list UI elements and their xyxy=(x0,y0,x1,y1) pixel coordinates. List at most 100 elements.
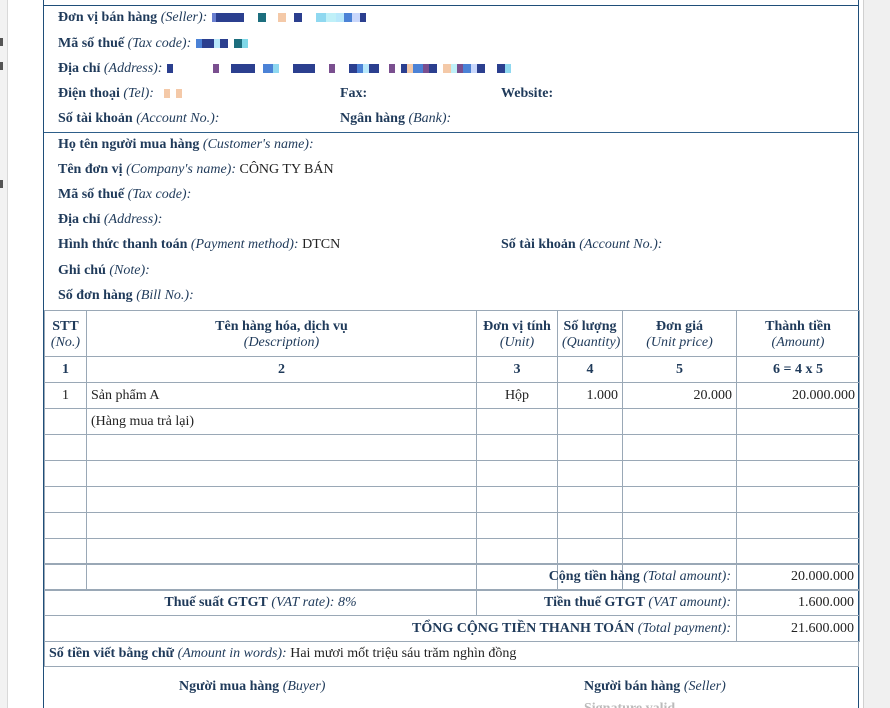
table-row: (Hàng mua trả lại) xyxy=(44,408,860,435)
gutter-marker xyxy=(0,62,3,70)
buyer-account-label: Số tài khoản xyxy=(501,237,576,252)
seller-account-line: Số tài khoản (Account No.): xyxy=(58,109,219,129)
buyer-payment-value: DTCN xyxy=(302,237,341,252)
buyer-bill-line: Số đơn hàng (Bill No.): xyxy=(58,286,194,306)
buyer-payment-label: Hình thức thanh toán xyxy=(58,237,188,252)
cell-no: 1 xyxy=(44,382,87,409)
buyer-bill-label-en: (Bill No.): xyxy=(136,288,194,303)
cell-quantity: 1.000 xyxy=(557,382,623,409)
vat-rate-label-en: (VAT rate): xyxy=(271,594,335,610)
col-header-no: STT xyxy=(44,310,87,335)
buyer-company-label: Tên đơn vị xyxy=(58,162,123,177)
col-number: 5 xyxy=(622,356,737,383)
seller-signature-label-en: (Seller) xyxy=(683,679,726,694)
seller-bank-label-en: (Bank): xyxy=(408,111,452,126)
seller-account-label: Số tài khoản xyxy=(58,111,133,126)
cell-unit-price xyxy=(622,408,737,435)
column-number-row: 1 2 3 4 5 6 = 4 x 5 xyxy=(44,356,860,383)
subtotal-value: 20.000.000 xyxy=(736,563,860,590)
left-scroll-gutter xyxy=(0,0,8,708)
seller-address-label-en: (Address): xyxy=(103,61,163,76)
buyer-payment-label-en: (Payment method): xyxy=(190,237,299,252)
right-scroll-gutter[interactable] xyxy=(863,0,890,708)
buyer-customer-line: Họ tên người mua hàng (Customer's name): xyxy=(58,135,314,155)
grand-total-label: TỔNG CỘNG TIỀN THANH TOÁN xyxy=(412,620,635,636)
section-divider xyxy=(44,132,858,133)
buyer-address-label-en: (Address): xyxy=(103,212,163,227)
table-header-row: STT Tên hàng hóa, dịch vụ Đơn vị tính Số… xyxy=(44,310,860,335)
seller-address-label: Địa chỉ xyxy=(58,61,101,76)
seller-account-label-en: (Account No.): xyxy=(136,111,220,126)
buyer-note-line: Ghi chú (Note): xyxy=(58,261,150,281)
seller-website-line: Website: xyxy=(501,84,553,104)
items-table: STT Tên hàng hóa, dịch vụ Đơn vị tính Số… xyxy=(44,310,860,591)
seller-name-line: Đơn vị bán hàng (Seller): xyxy=(58,8,366,28)
grand-total-value: 21.600.000 xyxy=(736,615,860,642)
vat-row: Thuế suất GTGT (VAT rate): 8% Tiền thuế … xyxy=(44,589,860,616)
col-header-unit: Đơn vị tính xyxy=(476,310,558,335)
seller-website-label: Website: xyxy=(501,86,554,101)
cell-description: Sản phẩm A xyxy=(86,382,477,409)
col-header-unit-price: Đơn giá xyxy=(622,310,737,335)
seller-signature-title: Người bán hàng (Seller) xyxy=(584,679,726,695)
buyer-tax-label-en: (Tax code): xyxy=(127,187,192,202)
buyer-customer-label-en: (Customer's name): xyxy=(202,137,314,152)
invoice-sheet: Đơn vị bán hàng (Seller): Mã số thuế (Ta… xyxy=(43,0,860,708)
vat-amount-label-cell: Tiền thuế GTGT (VAT amount): xyxy=(476,589,737,616)
gutter-marker xyxy=(0,180,3,188)
table-row-empty xyxy=(44,460,860,487)
top-border xyxy=(44,5,858,6)
cell-amount xyxy=(736,408,860,435)
col-number: 6 = 4 x 5 xyxy=(736,356,860,383)
vat-amount-label-en: (VAT amount): xyxy=(648,594,731,610)
seller-signature-stamp: Signature valid xyxy=(584,701,675,708)
buyer-signature-label: Người mua hàng xyxy=(179,679,280,694)
seller-phone-line: Điện thoại (Tel): xyxy=(58,84,183,104)
cell-quantity xyxy=(557,408,623,435)
vat-rate-cell: Thuế suất GTGT (VAT rate): 8% xyxy=(44,589,477,616)
subtotal-row: Cộng tiền hàng (Total amount): 20.000.00… xyxy=(44,563,860,590)
buyer-signature-title: Người mua hàng (Buyer) xyxy=(179,679,325,695)
col-number: 2 xyxy=(86,356,477,383)
redacted-seller-phone xyxy=(158,89,183,99)
buyer-company-line: Tên đơn vị (Company's name): CÔNG TY BÁN xyxy=(58,160,334,180)
seller-tax-label-en: (Tax code): xyxy=(127,36,192,51)
subtotal-label-cell: Cộng tiền hàng (Total amount): xyxy=(44,563,737,590)
col-header-description-en: (Description) xyxy=(86,334,477,357)
cell-description: (Hàng mua trả lại) xyxy=(86,408,477,435)
table-row-empty xyxy=(44,486,860,513)
grand-total-label-cell: TỔNG CỘNG TIỀN THANH TOÁN (Total payment… xyxy=(44,615,737,642)
seller-fax-line: Fax: xyxy=(340,84,367,104)
amount-in-words-label: Số tiền viết bằng chữ xyxy=(49,646,175,661)
buyer-address-label: Địa chỉ xyxy=(58,212,101,227)
buyer-signature-label-en: (Buyer) xyxy=(282,679,326,694)
col-number: 1 xyxy=(44,356,87,383)
buyer-note-label: Ghi chú xyxy=(58,263,106,278)
col-header-unit-price-en: (Unit price) xyxy=(622,334,737,357)
seller-tax-line: Mã số thuế (Tax code): xyxy=(58,34,248,54)
cell-unit xyxy=(476,408,558,435)
subtotal-label: Cộng tiền hàng xyxy=(548,568,640,584)
grand-total-label-en: (Total payment): xyxy=(637,620,731,636)
totals-table: Cộng tiền hàng (Total amount): 20.000.00… xyxy=(44,563,860,642)
buyer-tax-label: Mã số thuế xyxy=(58,187,125,202)
vat-rate-label: Thuế suất GTGT xyxy=(164,594,268,610)
seller-name-label-en: (Seller): xyxy=(160,10,208,25)
col-number: 3 xyxy=(476,356,558,383)
redacted-seller-tax xyxy=(195,39,248,49)
col-header-amount-en: (Amount) xyxy=(736,334,860,357)
seller-phone-label: Điện thoại xyxy=(58,86,120,101)
vat-amount-label: Tiền thuế GTGT xyxy=(544,594,645,610)
amount-in-words: Số tiền viết bằng chữ (Amount in words):… xyxy=(44,641,859,667)
buyer-address-line: Địa chỉ (Address): xyxy=(58,210,162,230)
buyer-tax-line: Mã số thuế (Tax code): xyxy=(58,185,191,205)
redacted-seller-name xyxy=(211,13,366,23)
seller-fax-label: Fax: xyxy=(340,86,368,101)
buyer-account-label-en: (Account No.): xyxy=(579,237,663,252)
col-header-quantity-en: (Quantity) xyxy=(557,334,623,357)
cell-no xyxy=(44,408,87,435)
vat-rate-value: 8% xyxy=(337,594,357,610)
subtotal-label-en: (Total amount): xyxy=(643,568,731,584)
seller-tax-label: Mã số thuế xyxy=(58,36,125,51)
vat-amount-value: 1.600.000 xyxy=(736,589,860,616)
